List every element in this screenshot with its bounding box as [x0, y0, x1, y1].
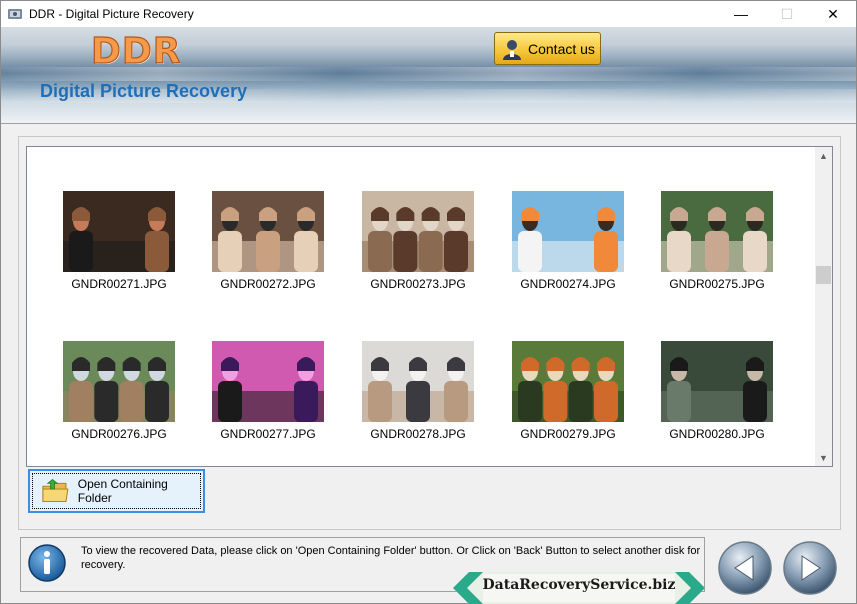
info-icon	[28, 544, 66, 582]
folder-icon	[42, 478, 69, 503]
photo-thumbnail[interactable]: GNDR00275.JPG	[661, 191, 773, 291]
photo-image	[661, 191, 773, 272]
photo-filename: GNDR00271.JPG	[71, 277, 167, 291]
scroll-up-icon[interactable]: ▲	[815, 147, 832, 164]
photo-filename: GNDR00280.JPG	[669, 427, 765, 441]
photo-image	[63, 191, 175, 272]
scrollbar-thumb[interactable]	[816, 266, 831, 284]
close-button[interactable]: ✕	[810, 1, 856, 27]
contact-us-button[interactable]: Contact us	[494, 32, 601, 65]
minimize-button[interactable]: —	[718, 1, 764, 27]
photo-thumbnail[interactable]: GNDR00279.JPG	[512, 341, 624, 441]
photo-image	[63, 341, 175, 422]
photo-thumbnail[interactable]: GNDR00276.JPG	[63, 341, 175, 441]
photo-filename: GNDR00277.JPG	[220, 427, 316, 441]
photo-filename: GNDR00278.JPG	[370, 427, 466, 441]
title-bar: DDR - Digital Picture Recovery — ☐ ✕	[1, 1, 856, 27]
open-folder-label: Open Containing Folder	[77, 477, 168, 505]
header-banner: DDR Digital Picture Recovery Contact us	[1, 27, 856, 123]
photo-filename: GNDR00273.JPG	[370, 277, 466, 291]
next-button[interactable]	[782, 540, 838, 596]
photo-thumbnail[interactable]: GNDR00272.JPG	[212, 191, 324, 291]
photo-thumbnail[interactable]: GNDR00271.JPG	[63, 191, 175, 291]
photo-thumbnail[interactable]: GNDR00278.JPG	[362, 341, 474, 441]
photo-image	[212, 341, 324, 422]
info-message: To view the recovered Data, please click…	[81, 545, 701, 571]
photo-image	[512, 341, 624, 422]
photo-thumbnail[interactable]: GNDR00277.JPG	[212, 341, 324, 441]
photo-image	[212, 191, 324, 272]
ddr-logo: DDR	[90, 30, 182, 72]
photo-filename: GNDR00276.JPG	[71, 427, 167, 441]
photo-image	[512, 191, 624, 272]
contact-us-label: Contact us	[528, 40, 595, 57]
website-label: DataRecoveryService.biz	[482, 577, 676, 593]
website-badge: DataRecoveryService.biz	[453, 572, 705, 604]
scroll-down-icon[interactable]: ▼	[815, 449, 832, 466]
app-icon	[8, 9, 22, 19]
open-containing-folder-button[interactable]: Open Containing Folder	[28, 469, 205, 513]
header-divider	[1, 123, 856, 124]
photo-filename: GNDR00275.JPG	[669, 277, 765, 291]
photo-filename: GNDR00272.JPG	[220, 277, 316, 291]
photo-image	[362, 341, 474, 422]
photo-filename: GNDR00274.JPG	[520, 277, 616, 291]
app-subtitle: Digital Picture Recovery	[40, 81, 248, 101]
photo-thumbnail[interactable]: GNDR00280.JPG	[661, 341, 773, 441]
photo-filename: GNDR00279.JPG	[520, 427, 616, 441]
person-icon	[503, 39, 521, 60]
photo-thumbnail[interactable]: GNDR00274.JPG	[512, 191, 624, 291]
maximize-button: ☐	[780, 5, 794, 22]
photo-image	[362, 191, 474, 272]
app-window: DDR - Digital Picture Recovery — ☐ ✕ DDR…	[0, 0, 857, 604]
back-button[interactable]	[717, 540, 773, 596]
recovered-photo-gallery[interactable]: GNDR00271.JPG GNDR00272.JPG GNDR00273.JPG G…	[26, 146, 833, 467]
gallery-scrollbar[interactable]: ▲ ▼	[815, 147, 832, 466]
window-title: DDR - Digital Picture Recovery	[29, 7, 194, 21]
photo-thumbnail[interactable]: GNDR00273.JPG	[362, 191, 474, 291]
photo-image	[661, 341, 773, 422]
